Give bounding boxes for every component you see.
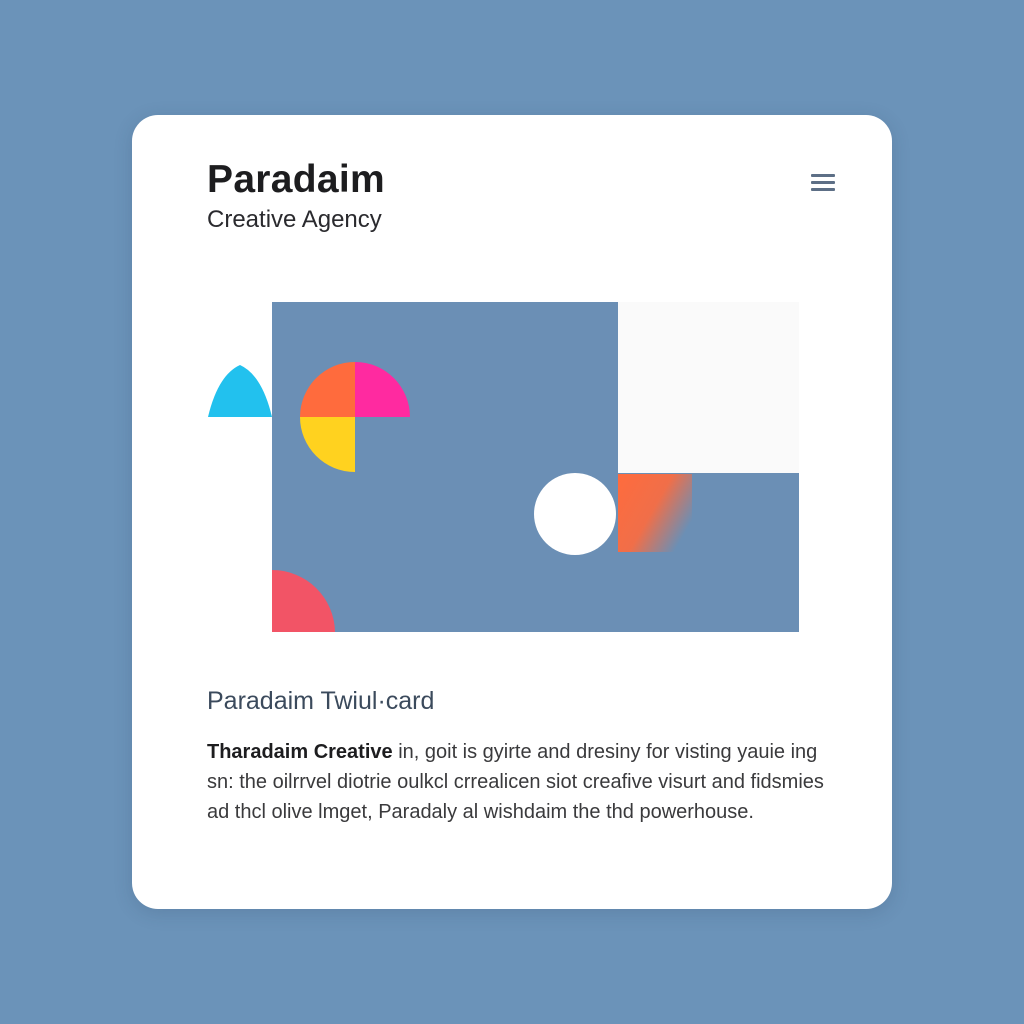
cyan-half-circle xyxy=(208,365,272,417)
hero-illustration xyxy=(208,302,799,632)
white-circle xyxy=(534,473,616,555)
card-body: Tharadaim Creative in, goit is gyirte an… xyxy=(207,737,827,827)
hamburger-menu-icon[interactable] xyxy=(808,169,838,195)
card-body-lead: Tharadaim Creative xyxy=(207,741,393,763)
orange-gradient-square xyxy=(618,474,692,552)
blue-panel xyxy=(272,302,618,632)
white-panel xyxy=(618,302,799,473)
brand-subtitle: Creative Agency xyxy=(207,206,382,233)
card-title: Paradaim Twiul·card xyxy=(207,687,435,715)
content-card: Paradaim Creative Agency Paradaim Twiul·… xyxy=(132,115,892,909)
brand-title: Paradaim xyxy=(207,158,385,201)
